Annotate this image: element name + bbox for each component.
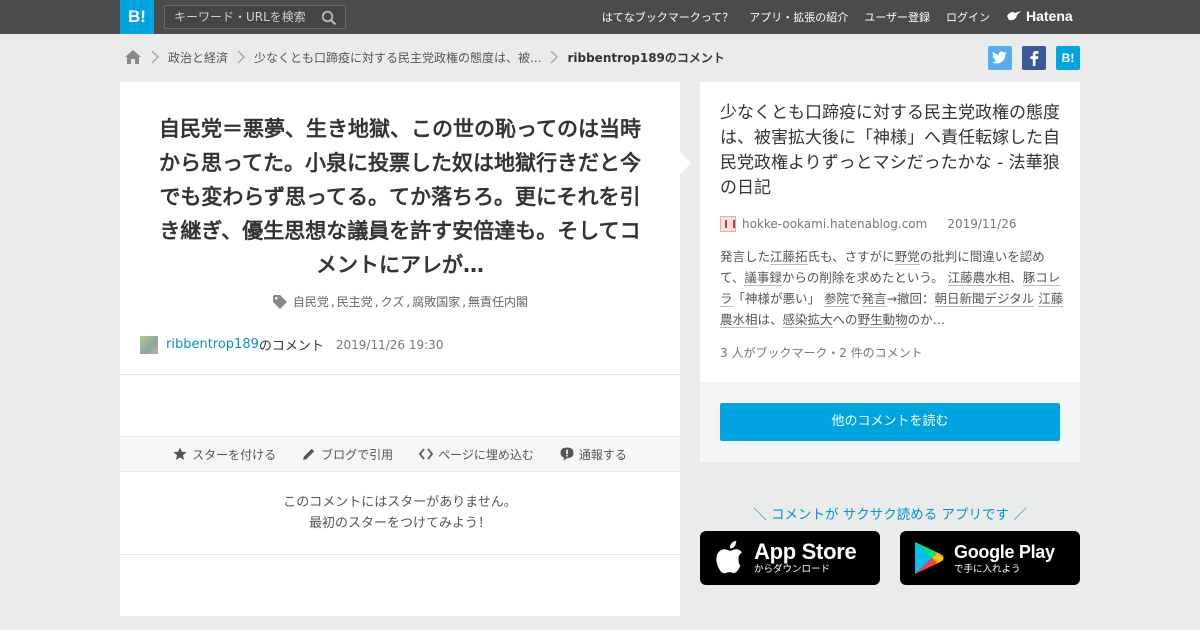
facebook-share-button[interactable] xyxy=(1022,46,1046,70)
bookmark-count[interactable]: 3 人がブックマーク・2 件のコメント xyxy=(720,344,923,361)
breadcrumb: 政治と経済 少なくとも口蹄疫に対する民主党政権の態度は、被... ribbent… xyxy=(124,47,725,67)
facebook-icon xyxy=(1030,51,1039,66)
desc-text: 氏も、さすがに xyxy=(807,249,895,264)
app-store-badge[interactable]: App Store からダウンロード xyxy=(700,531,880,585)
blog-quote-label: ブログで引用 xyxy=(321,447,394,462)
app-store-sublabel: からダウンロード xyxy=(754,563,831,575)
hatena-bookmark-share-button[interactable]: B! xyxy=(1056,46,1080,70)
top-bar: B! はてなブックマークって？ アプリ・拡張の紹介 ユーザー登録 ログイン Ha… xyxy=(0,0,1200,34)
tag[interactable]: 腐敗国家 xyxy=(412,293,460,310)
search-icon[interactable] xyxy=(321,10,337,26)
app-store-label: App Store xyxy=(754,538,857,564)
nav-apps[interactable]: アプリ・拡張の紹介 xyxy=(749,9,848,25)
desc-text: のか… xyxy=(907,312,946,327)
report-label: 通報する xyxy=(578,447,627,462)
blog-quote-button[interactable]: ブログで引用 xyxy=(302,446,393,463)
report-button[interactable]: 通報する xyxy=(560,446,627,463)
tag[interactable]: クズ xyxy=(381,293,405,310)
username-link[interactable]: ribbentrop189 xyxy=(166,337,259,352)
tag[interactable]: 自民党 xyxy=(293,293,329,310)
no-star-message: このコメントにはスターがありません。 最初のスターをつけてみよう！ xyxy=(120,492,680,534)
breadcrumb-category[interactable]: 政治と経済 xyxy=(168,49,228,66)
header-nav: はてなブックマークって？ アプリ・拡張の紹介 ユーザー登録 ログイン xyxy=(602,0,990,34)
article-date: 2019/11/26 xyxy=(947,217,1017,231)
google-play-sublabel: で手に入れよう xyxy=(954,563,1021,575)
article-card: 少なくとも口蹄疫に対する民主党政権の態度は、被害拡大後に「神様」へ責任転嫁した自… xyxy=(700,82,1080,382)
keyword-link[interactable]: 野党 xyxy=(894,249,920,265)
nav-register[interactable]: ユーザー登録 xyxy=(864,9,930,25)
twitter-icon xyxy=(992,51,1007,64)
breadcrumb-entry[interactable]: 少なくとも口蹄疫に対する民主党政権の態度は、被... xyxy=(254,49,541,66)
search-input[interactable] xyxy=(165,6,315,28)
article-description: 発言した江藤拓氏も、さすがに野党の批判に間違いを認めて、議事録からの削除を求めた… xyxy=(720,246,1065,330)
alert-bubble-icon xyxy=(560,447,574,461)
nav-login[interactable]: ログイン xyxy=(946,9,990,25)
divider xyxy=(120,554,680,555)
no-star-line: このコメントにはスターがありません。 xyxy=(283,495,517,510)
pencil-icon xyxy=(303,448,315,460)
card-pointer xyxy=(680,152,691,174)
keyword-link[interactable]: 感染拡大 xyxy=(782,312,833,328)
read-other-comments-button[interactable]: 他のコメントを読む xyxy=(720,403,1060,441)
desc-text: 「神様が悪い」 xyxy=(732,291,821,306)
add-star-label: スターを付ける xyxy=(192,447,277,462)
comment-timestamp[interactable]: 2019/11/26 19:30 xyxy=(336,338,444,352)
code-icon xyxy=(419,448,434,460)
tag-icon xyxy=(272,294,287,309)
desc-text: 、 xyxy=(1010,270,1023,285)
username-suffix: のコメント xyxy=(258,339,324,354)
keyword-link[interactable]: 野生動物 xyxy=(857,312,908,328)
keyword-link[interactable]: 江藤拓 xyxy=(770,249,808,265)
keyword-link[interactable]: 発言 xyxy=(861,291,887,307)
chevron-right-icon xyxy=(151,50,160,64)
google-play-label: Google Play xyxy=(954,541,1055,562)
star-icon xyxy=(173,447,187,460)
keyword-link[interactable]: 議事録 xyxy=(744,270,782,286)
google-play-badge[interactable]: Google Play で手に入れよう xyxy=(900,531,1080,585)
divider xyxy=(120,374,680,375)
app-promo-text: ＼ コメントが サクサク読める アプリです ／ xyxy=(753,507,1027,523)
tag[interactable]: 民主党 xyxy=(337,293,373,310)
comment-body: 自民党＝悪夢、生き地獄、この世の恥ってのは当時から思ってた。小泉に投票した奴は地… xyxy=(159,117,641,277)
chevron-right-icon xyxy=(550,50,559,64)
article-domain[interactable]: hokke-ookami.hatenablog.com xyxy=(742,217,927,231)
embed-label: ページに埋め込む xyxy=(438,447,534,462)
hatena-bird-icon xyxy=(1007,11,1021,21)
google-play-icon xyxy=(915,542,944,574)
hatena-label: Hatena xyxy=(1026,8,1073,24)
desc-text: 発言した xyxy=(720,249,771,264)
twitter-share-button[interactable] xyxy=(988,46,1012,70)
keyword-link[interactable]: 参院 xyxy=(824,291,850,307)
home-icon[interactable] xyxy=(124,49,142,65)
article-meta: hokke-ookami.hatenablog.com 2019/11/26 xyxy=(720,216,1017,232)
comment-card: 自民党＝悪夢、生き地獄、この世の恥ってのは当時から思ってた。小泉に投票した奴は地… xyxy=(120,82,680,616)
comment-author-row: ribbentrop189 のコメント 2019/11/26 19:30 xyxy=(140,335,443,354)
first-star-line: 最初のスターをつけてみよう！ xyxy=(308,516,491,531)
hatena-bookmark-logo[interactable]: B! xyxy=(120,0,154,34)
tag-list: 自民党, 民主党, クズ, 腐敗国家, 無責任内閣 xyxy=(120,293,680,310)
desc-text: は、 xyxy=(757,312,783,327)
hatena-link[interactable]: Hatena xyxy=(1006,8,1073,24)
search-box xyxy=(164,5,346,29)
embed-button[interactable]: ページに埋め込む xyxy=(419,446,534,463)
apple-icon xyxy=(716,540,742,574)
comment-actions: スターを付ける ブログで引用 ページに埋め込む 通報する xyxy=(120,436,680,472)
breadcrumb-current: ribbentrop189のコメント xyxy=(567,50,725,65)
site-favicon-icon xyxy=(720,216,736,232)
tag[interactable]: 無責任内閣 xyxy=(468,293,528,310)
desc-text: で xyxy=(849,291,862,306)
read-comments-box: 他のコメントを読む xyxy=(700,382,1080,462)
chevron-right-icon xyxy=(237,50,246,64)
keyword-link[interactable]: 江藤農水相 xyxy=(947,270,1011,286)
desc-text: からの削除を求めたという。 xyxy=(781,270,944,285)
avatar[interactable] xyxy=(140,335,158,354)
keyword-link[interactable]: 朝日新聞デジタル xyxy=(934,291,1035,307)
article-title[interactable]: 少なくとも口蹄疫に対する民主党政権の態度は、被害拡大後に「神様」へ責任転嫁した自… xyxy=(720,101,1065,201)
desc-text: への xyxy=(832,312,858,327)
nav-about[interactable]: はてなブックマークって？ xyxy=(602,9,733,25)
desc-text: →撤回： xyxy=(886,291,935,306)
add-star-button[interactable]: スターを付ける xyxy=(173,446,276,463)
